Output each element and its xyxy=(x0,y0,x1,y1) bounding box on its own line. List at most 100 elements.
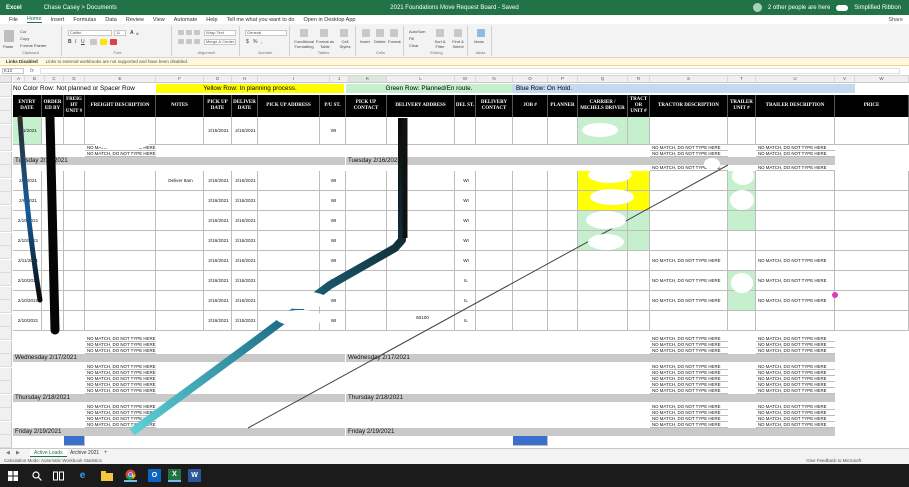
row-number[interactable] xyxy=(0,84,12,97)
cell-styles-button[interactable]: Cell Styles xyxy=(336,39,354,49)
grid-cell[interactable] xyxy=(728,311,756,331)
grid-cell[interactable] xyxy=(42,191,64,211)
grid-cell[interactable] xyxy=(476,291,513,311)
insert-cells-button[interactable]: Insert xyxy=(360,39,370,44)
pickup-state-cell[interactable]: WI xyxy=(320,251,346,271)
deliver-date-cell[interactable]: 2/15/2021 xyxy=(232,117,258,145)
grid-cell[interactable] xyxy=(650,211,728,231)
menu-tab-automate[interactable]: Automate xyxy=(174,17,198,23)
grid-cell[interactable] xyxy=(728,171,756,191)
delivery-state-cell[interactable]: IL xyxy=(455,311,476,331)
grid-cell[interactable] xyxy=(513,311,548,331)
notes-cell[interactable] xyxy=(156,211,204,231)
pickup-date-cell[interactable]: 2/16/2021 xyxy=(204,271,232,291)
sheet-tab-active-loads[interactable]: Active Loads xyxy=(30,449,67,457)
format-table-button[interactable]: Format as Table xyxy=(316,39,334,49)
format-cells-icon[interactable] xyxy=(390,29,398,37)
grid-cell[interactable] xyxy=(548,251,578,271)
grid-cell[interactable] xyxy=(346,211,387,231)
grid-cell[interactable] xyxy=(42,291,64,311)
edge-icon[interactable]: e xyxy=(76,469,89,482)
row-number[interactable] xyxy=(0,394,12,408)
row-number[interactable] xyxy=(0,300,12,313)
on-hold-cell[interactable] xyxy=(513,436,548,446)
row-number[interactable] xyxy=(0,232,12,246)
grid-cell[interactable] xyxy=(64,171,85,191)
column-header-i[interactable]: I xyxy=(258,76,330,83)
delivery-state-cell[interactable]: IL xyxy=(455,271,476,291)
grid-cell[interactable] xyxy=(346,191,387,211)
grid-cell[interactable] xyxy=(548,117,578,145)
column-header-o[interactable]: O xyxy=(513,76,548,83)
grid-cell[interactable] xyxy=(42,251,64,271)
column-header-b[interactable]: B xyxy=(25,76,45,83)
menu-tab-formulas[interactable]: Formulas xyxy=(73,17,96,23)
comma-button[interactable]: , xyxy=(261,39,262,45)
grid-cell[interactable] xyxy=(513,271,548,291)
find-select-icon[interactable] xyxy=(454,29,462,37)
grid-cell[interactable] xyxy=(756,311,835,331)
format-table-icon[interactable] xyxy=(320,29,328,37)
column-header-w[interactable]: W xyxy=(855,76,909,83)
grid-cell[interactable] xyxy=(387,251,455,271)
grid-cell[interactable] xyxy=(346,291,387,311)
grid-cell[interactable] xyxy=(258,251,320,271)
pickup-state-cell[interactable]: WI xyxy=(320,211,346,231)
align-right-icon[interactable] xyxy=(194,39,200,44)
column-header-n[interactable]: N xyxy=(476,76,513,83)
font-name-select[interactable]: Calibri xyxy=(68,30,112,36)
grid-cell[interactable] xyxy=(42,271,64,291)
column-header-r[interactable]: R xyxy=(628,76,650,83)
row-number[interactable] xyxy=(0,273,12,286)
grid-cell[interactable] xyxy=(346,271,387,291)
delivery-state-cell[interactable]: WI xyxy=(455,191,476,211)
format-painter-button[interactable]: Format Painter xyxy=(20,43,46,48)
name-box[interactable]: K13 xyxy=(2,68,24,74)
borders-icon[interactable] xyxy=(90,39,97,45)
column-header-u[interactable]: U xyxy=(756,76,835,83)
notes-cell[interactable] xyxy=(156,271,204,291)
windows-icon[interactable] xyxy=(6,469,19,482)
row-number[interactable] xyxy=(0,408,12,421)
italic-button[interactable]: I xyxy=(75,39,76,45)
deliver-date-cell[interactable]: 2/16/2021 xyxy=(232,251,258,271)
chrome-icon[interactable] xyxy=(124,469,137,482)
formula-input[interactable] xyxy=(40,68,900,74)
entry-date-cell[interactable]: 2/10/2021 xyxy=(13,271,42,291)
pickup-date-cell[interactable]: 2/16/2021 xyxy=(204,231,232,251)
insert-cells-icon[interactable] xyxy=(362,29,370,37)
grid-cell[interactable] xyxy=(85,171,156,191)
grid-cell[interactable] xyxy=(835,311,909,331)
grid-cell[interactable] xyxy=(64,231,85,251)
grid-cell[interactable] xyxy=(85,191,156,211)
grid-cell[interactable] xyxy=(835,117,909,145)
grid-cell[interactable] xyxy=(548,311,578,331)
grid-cell[interactable] xyxy=(387,171,455,191)
grid-cell[interactable] xyxy=(64,117,85,145)
wrap-text-button[interactable]: Wrap Text xyxy=(204,30,236,36)
bold-button[interactable]: B xyxy=(68,39,72,45)
pickup-state-cell[interactable]: WI xyxy=(320,291,346,311)
grid-cell[interactable] xyxy=(513,211,548,231)
notes-cell[interactable] xyxy=(156,117,204,145)
grid-cell[interactable] xyxy=(756,171,835,191)
entry-date-cell[interactable]: 2/10/2021 xyxy=(13,211,42,231)
grid-cell[interactable] xyxy=(628,191,650,211)
grid-cell[interactable] xyxy=(835,211,909,231)
grid-cell[interactable] xyxy=(476,271,513,291)
notes-cell[interactable] xyxy=(156,191,204,211)
menu-tab-file[interactable]: File xyxy=(9,17,18,23)
grid-cell[interactable] xyxy=(476,171,513,191)
pickup-date-cell[interactable]: 2/16/2021 xyxy=(204,291,232,311)
column-header-t[interactable]: T xyxy=(728,76,756,83)
font-size-select[interactable]: 11 xyxy=(114,30,126,36)
share-button[interactable]: Share xyxy=(888,17,903,23)
row-number[interactable] xyxy=(0,178,12,192)
delivery-state-cell[interactable]: WI xyxy=(455,231,476,251)
align-left-icon[interactable] xyxy=(178,39,184,44)
grid-cell[interactable] xyxy=(548,211,578,231)
pickup-state-cell[interactable]: WI xyxy=(320,271,346,291)
grid-cell[interactable] xyxy=(728,117,756,145)
grid-cell[interactable] xyxy=(578,191,628,211)
grid-cell[interactable] xyxy=(548,291,578,311)
